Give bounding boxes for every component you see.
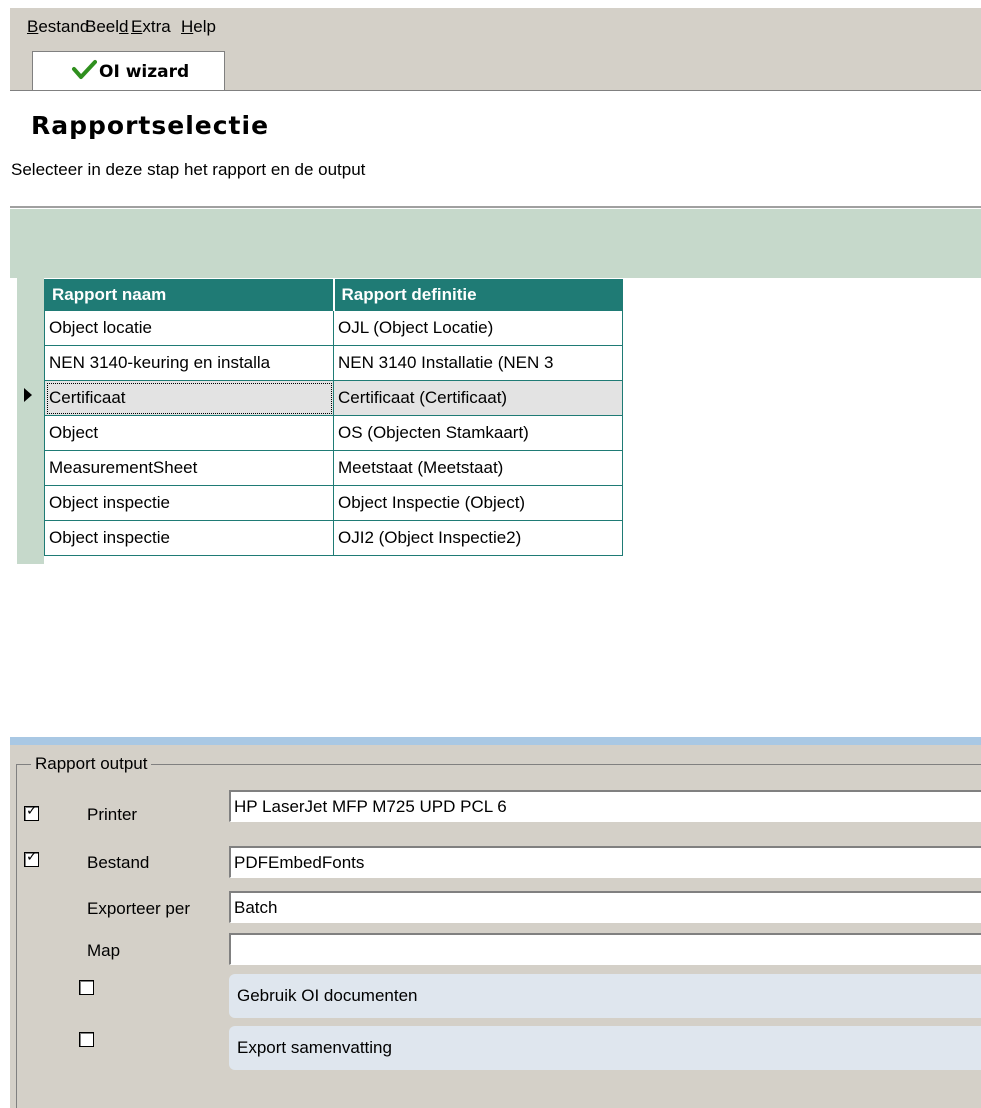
menu-extra-mnemonic: E xyxy=(131,17,143,36)
menu-help-rest: elp xyxy=(193,17,216,36)
table-row[interactable]: NEN 3140-keuring en installa NEN 3140 In… xyxy=(44,345,623,381)
wizard-header: Rapportselectie Selecteer in deze stap h… xyxy=(10,91,981,206)
cell-rapport-naam[interactable]: Object xyxy=(44,415,334,451)
table-row[interactable]: Object inspectie Object Inspectie (Objec… xyxy=(44,485,623,521)
printer-field[interactable]: HP LaserJet MFP M725 UPD PCL 6 xyxy=(229,790,981,822)
checkmark-icon: ✓ xyxy=(26,803,38,819)
printer-checkbox[interactable]: ✓ xyxy=(24,803,39,821)
page-subtitle: Selecteer in deze stap het rapport en de… xyxy=(11,160,366,179)
bestand-checkbox[interactable]: ✓ xyxy=(24,849,39,867)
menu-beeld[interactable]: Beeld xyxy=(85,17,129,37)
menu-beeld-mnemonic: d xyxy=(119,17,129,36)
export-samenvatting-panel: Export samenvatting xyxy=(229,1026,981,1070)
column-header-rapport-definitie[interactable]: Rapport definitie xyxy=(333,279,623,311)
page-title: Rapportselectie xyxy=(31,111,270,140)
map-field[interactable] xyxy=(229,933,981,965)
cell-rapport-definitie[interactable]: NEN 3140 Installatie (NEN 3 xyxy=(333,345,623,381)
bestand-field[interactable]: PDFEmbedFonts xyxy=(229,846,981,878)
gebruik-oi-documenten-label: Gebruik OI documenten xyxy=(237,986,418,1005)
menu-extra[interactable]: Extra xyxy=(131,17,171,37)
table-row[interactable]: Object inspectie OJI2 (Object Inspectie2… xyxy=(44,520,623,556)
menu-help[interactable]: Help xyxy=(181,17,216,37)
gebruik-oi-documenten-checkbox[interactable] xyxy=(79,980,94,995)
export-samenvatting-label: Export samenvatting xyxy=(237,1038,392,1057)
menu-help-mnemonic: H xyxy=(181,17,194,36)
bestand-label: Bestand xyxy=(87,853,150,872)
window-left-edge xyxy=(0,0,10,1108)
export-samenvatting-checkbox[interactable] xyxy=(79,1032,94,1047)
grid-header-row: Rapport naam Rapport definitie xyxy=(44,279,623,311)
printer-label: Printer xyxy=(87,805,138,824)
menu-extra-rest: xtra xyxy=(142,17,171,36)
panel-splitter[interactable] xyxy=(10,737,981,745)
cell-rapport-naam[interactable]: Object inspectie xyxy=(44,520,334,556)
menu-bestand-mnemonic: B xyxy=(27,17,39,36)
cell-rapport-definitie[interactable]: Meetstaat (Meetstaat) xyxy=(333,450,623,486)
cell-rapport-definitie[interactable]: Object Inspectie (Object) xyxy=(333,485,623,521)
checkmark-icon: ✓ xyxy=(26,849,38,865)
current-row-indicator-icon xyxy=(24,388,32,402)
gebruik-oi-documenten-panel: Gebruik OI documenten xyxy=(229,974,981,1018)
menu-bestand[interactable]: Bestand xyxy=(27,17,89,37)
row-header-column xyxy=(17,278,44,564)
column-header-rapport-naam[interactable]: Rapport naam xyxy=(44,279,335,311)
report-grid: Rapport naam Rapport definitie Object lo… xyxy=(44,279,623,556)
table-row[interactable]: Object locatie OJL (Object Locatie) xyxy=(44,310,623,346)
grid-toolbar-band xyxy=(10,209,981,278)
tab-strip: OI wizard xyxy=(10,44,981,91)
cell-rapport-definitie[interactable]: OS (Objecten Stamkaart) xyxy=(333,415,623,451)
table-row-selected[interactable]: Certificaat Certificaat (Certificaat) xyxy=(44,380,623,416)
cell-rapport-naam[interactable]: Certificaat xyxy=(44,380,334,416)
checkmark-icon xyxy=(72,60,97,79)
cell-rapport-definitie[interactable]: OJL (Object Locatie) xyxy=(333,310,623,346)
cell-rapport-definitie[interactable]: Certificaat (Certificaat) xyxy=(333,380,623,416)
cell-rapport-naam[interactable]: MeasurementSheet xyxy=(44,450,334,486)
map-label: Map xyxy=(87,941,121,960)
cell-rapport-definitie[interactable]: OJI2 (Object Inspectie2) xyxy=(333,520,623,556)
menu-beeld-start: Beel xyxy=(85,17,120,36)
table-row[interactable]: Object OS (Objecten Stamkaart) xyxy=(44,415,623,451)
menu-bar: Bestand Beeld Extra Help xyxy=(10,8,981,44)
menu-bestand-rest: estand xyxy=(38,17,90,36)
cell-rapport-naam[interactable]: NEN 3140-keuring en installa xyxy=(44,345,334,381)
cell-rapport-naam[interactable]: Object inspectie xyxy=(44,485,334,521)
exporteer-per-label: Exporteer per xyxy=(87,899,190,918)
cell-rapport-naam[interactable]: Object locatie xyxy=(44,310,334,346)
tab-oi-wizard[interactable]: OI wizard xyxy=(32,51,225,90)
tab-label: OI wizard xyxy=(99,62,190,82)
exporteer-per-field[interactable]: Batch xyxy=(229,891,981,923)
table-row[interactable]: MeasurementSheet Meetstaat (Meetstaat) xyxy=(44,450,623,486)
rapport-output-legend: Rapport output xyxy=(31,754,152,774)
window-top-edge xyxy=(0,0,981,8)
